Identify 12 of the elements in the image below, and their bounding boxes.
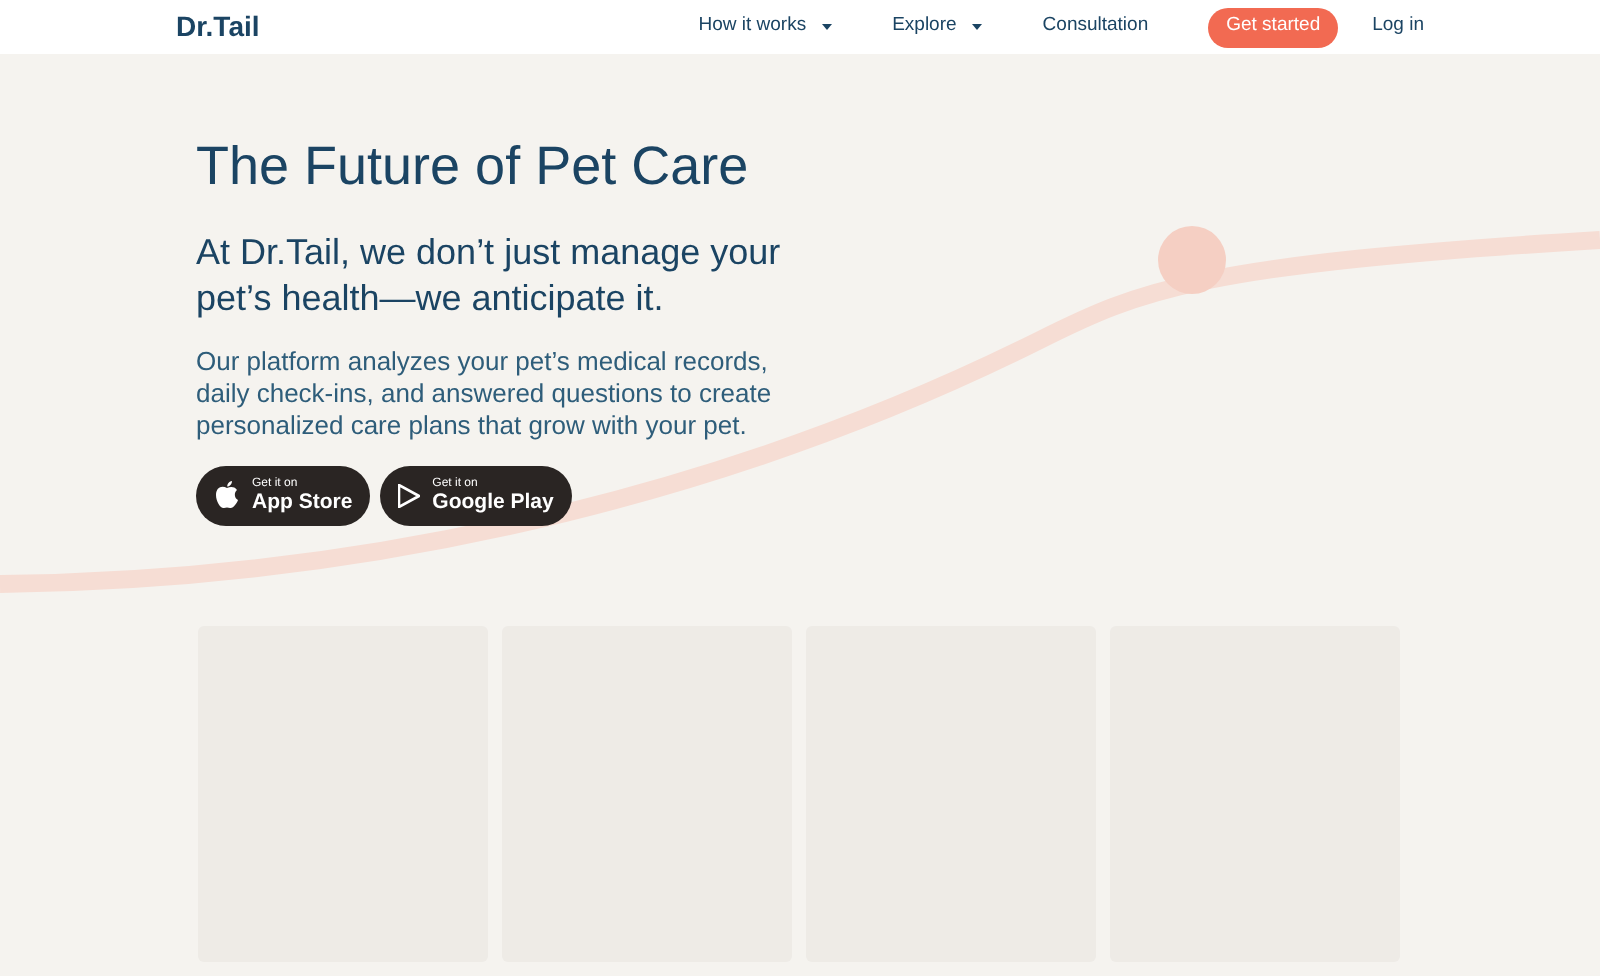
hero-subtitle: At Dr.Tail, we don’t just manage your pet’s health—we anticipate it. [196, 229, 783, 322]
nav-link[interactable]: Explore [892, 12, 983, 42]
apple-icon [214, 480, 240, 511]
nav-link[interactable]: How it works [698, 12, 833, 42]
hero-title: The Future of Pet Care [196, 134, 751, 200]
hero-description: Our platform analyzes your pet’s medical records, daily check-ins, and answered questions to create personalized care plans that grow with your pet. [196, 345, 774, 442]
caret-icon [972, 24, 983, 30]
play-icon [398, 483, 421, 508]
nav-link[interactable]: Consultation [1042, 12, 1149, 42]
login-link[interactable]: Log in [1372, 12, 1424, 42]
logo[interactable]: Dr.Tail [176, 6, 260, 48]
caret-icon [822, 24, 833, 30]
